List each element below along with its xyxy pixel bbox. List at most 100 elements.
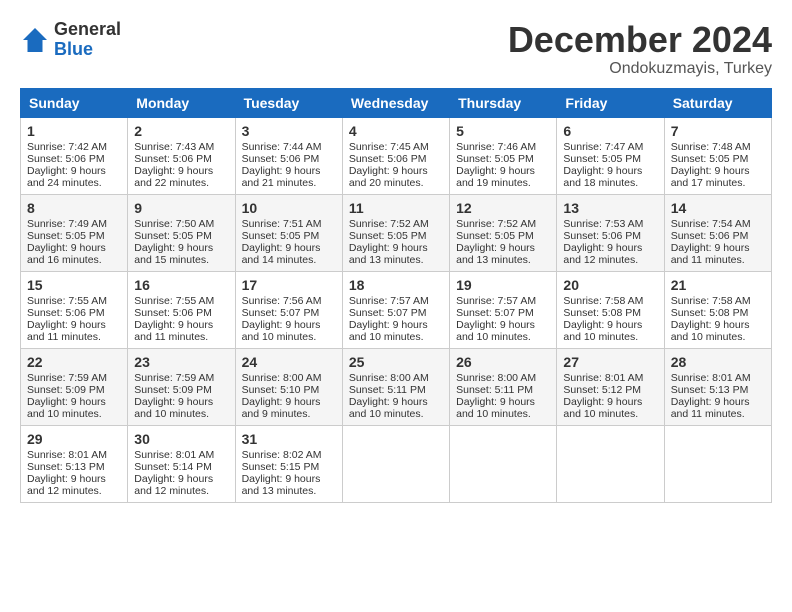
sunrise-text: Sunrise: 7:42 AM (27, 141, 107, 153)
daylight-text: Daylight: 9 hours and 11 minutes. (671, 242, 750, 266)
calendar-cell: 21Sunrise: 7:58 AMSunset: 5:08 PMDayligh… (664, 271, 771, 348)
day-number: 31 (242, 431, 336, 447)
daylight-text: Daylight: 9 hours and 11 minutes. (27, 319, 106, 343)
day-number: 16 (134, 277, 228, 293)
logo-blue: Blue (54, 40, 121, 60)
day-number: 11 (349, 200, 443, 216)
sunrise-text: Sunrise: 7:59 AM (27, 372, 107, 384)
calendar-cell: 11Sunrise: 7:52 AMSunset: 5:05 PMDayligh… (342, 194, 449, 271)
sunrise-text: Sunrise: 7:45 AM (349, 141, 429, 153)
sunset-text: Sunset: 5:11 PM (456, 384, 533, 396)
calendar-cell: 28Sunrise: 8:01 AMSunset: 5:13 PMDayligh… (664, 348, 771, 425)
day-number: 27 (563, 354, 657, 370)
day-number: 17 (242, 277, 336, 293)
sunset-text: Sunset: 5:05 PM (456, 230, 534, 242)
calendar-cell: 6Sunrise: 7:47 AMSunset: 5:05 PMDaylight… (557, 117, 664, 194)
sunrise-text: Sunrise: 7:49 AM (27, 218, 107, 230)
month-title: December 2024 (508, 20, 772, 60)
daylight-text: Daylight: 9 hours and 13 minutes. (349, 242, 428, 266)
location: Ondokuzmayis, Turkey (508, 60, 772, 78)
daylight-text: Daylight: 9 hours and 10 minutes. (349, 319, 428, 343)
calendar-cell: 1Sunrise: 7:42 AMSunset: 5:06 PMDaylight… (21, 117, 128, 194)
weekday-header: Saturday (664, 88, 771, 117)
daylight-text: Daylight: 9 hours and 11 minutes. (671, 396, 750, 420)
daylight-text: Daylight: 9 hours and 22 minutes. (134, 165, 213, 189)
calendar-cell: 31Sunrise: 8:02 AMSunset: 5:15 PMDayligh… (235, 425, 342, 502)
daylight-text: Daylight: 9 hours and 10 minutes. (242, 319, 321, 343)
sunrise-text: Sunrise: 7:57 AM (349, 295, 429, 307)
daylight-text: Daylight: 9 hours and 24 minutes. (27, 165, 106, 189)
day-number: 24 (242, 354, 336, 370)
calendar: SundayMondayTuesdayWednesdayThursdayFrid… (20, 88, 772, 503)
daylight-text: Daylight: 9 hours and 13 minutes. (456, 242, 535, 266)
sunrise-text: Sunrise: 7:55 AM (27, 295, 107, 307)
sunrise-text: Sunrise: 7:46 AM (456, 141, 536, 153)
calendar-cell: 15Sunrise: 7:55 AMSunset: 5:06 PMDayligh… (21, 271, 128, 348)
sunrise-text: Sunrise: 7:58 AM (563, 295, 643, 307)
sunset-text: Sunset: 5:07 PM (349, 307, 427, 319)
calendar-cell: 27Sunrise: 8:01 AMSunset: 5:12 PMDayligh… (557, 348, 664, 425)
sunset-text: Sunset: 5:06 PM (563, 230, 641, 242)
day-number: 8 (27, 200, 121, 216)
sunset-text: Sunset: 5:11 PM (349, 384, 426, 396)
calendar-week-row: 22Sunrise: 7:59 AMSunset: 5:09 PMDayligh… (21, 348, 772, 425)
daylight-text: Daylight: 9 hours and 9 minutes. (242, 396, 321, 420)
sunrise-text: Sunrise: 8:01 AM (671, 372, 751, 384)
sunrise-text: Sunrise: 8:01 AM (134, 449, 214, 461)
page-header: General Blue December 2024 Ondokuzmayis,… (20, 20, 772, 78)
sunrise-text: Sunrise: 8:00 AM (349, 372, 429, 384)
calendar-cell: 7Sunrise: 7:48 AMSunset: 5:05 PMDaylight… (664, 117, 771, 194)
calendar-cell: 4Sunrise: 7:45 AMSunset: 5:06 PMDaylight… (342, 117, 449, 194)
day-number: 19 (456, 277, 550, 293)
daylight-text: Daylight: 9 hours and 19 minutes. (456, 165, 535, 189)
day-number: 10 (242, 200, 336, 216)
calendar-cell: 20Sunrise: 7:58 AMSunset: 5:08 PMDayligh… (557, 271, 664, 348)
daylight-text: Daylight: 9 hours and 10 minutes. (671, 319, 750, 343)
sunrise-text: Sunrise: 7:55 AM (134, 295, 214, 307)
sunrise-text: Sunrise: 7:47 AM (563, 141, 643, 153)
sunrise-text: Sunrise: 7:59 AM (134, 372, 214, 384)
calendar-cell: 29Sunrise: 8:01 AMSunset: 5:13 PMDayligh… (21, 425, 128, 502)
calendar-cell: 5Sunrise: 7:46 AMSunset: 5:05 PMDaylight… (450, 117, 557, 194)
sunrise-text: Sunrise: 7:53 AM (563, 218, 643, 230)
day-number: 28 (671, 354, 765, 370)
calendar-cell: 19Sunrise: 7:57 AMSunset: 5:07 PMDayligh… (450, 271, 557, 348)
logo-text: General Blue (54, 20, 121, 60)
calendar-cell: 23Sunrise: 7:59 AMSunset: 5:09 PMDayligh… (128, 348, 235, 425)
weekday-header: Thursday (450, 88, 557, 117)
sunrise-text: Sunrise: 7:50 AM (134, 218, 214, 230)
calendar-cell: 18Sunrise: 7:57 AMSunset: 5:07 PMDayligh… (342, 271, 449, 348)
daylight-text: Daylight: 9 hours and 10 minutes. (134, 396, 213, 420)
logo-general: General (54, 20, 121, 40)
sunset-text: Sunset: 5:10 PM (242, 384, 320, 396)
day-number: 13 (563, 200, 657, 216)
sunrise-text: Sunrise: 8:00 AM (456, 372, 536, 384)
sunset-text: Sunset: 5:06 PM (134, 153, 212, 165)
sunset-text: Sunset: 5:05 PM (242, 230, 320, 242)
day-number: 15 (27, 277, 121, 293)
sunrise-text: Sunrise: 7:43 AM (134, 141, 214, 153)
day-number: 4 (349, 123, 443, 139)
day-number: 26 (456, 354, 550, 370)
sunset-text: Sunset: 5:09 PM (27, 384, 105, 396)
calendar-cell: 16Sunrise: 7:55 AMSunset: 5:06 PMDayligh… (128, 271, 235, 348)
daylight-text: Daylight: 9 hours and 15 minutes. (134, 242, 213, 266)
calendar-cell (664, 425, 771, 502)
calendar-cell: 12Sunrise: 7:52 AMSunset: 5:05 PMDayligh… (450, 194, 557, 271)
logo: General Blue (20, 20, 121, 60)
sunset-text: Sunset: 5:14 PM (134, 461, 212, 473)
calendar-cell: 25Sunrise: 8:00 AMSunset: 5:11 PMDayligh… (342, 348, 449, 425)
sunrise-text: Sunrise: 7:44 AM (242, 141, 322, 153)
calendar-cell (342, 425, 449, 502)
daylight-text: Daylight: 9 hours and 12 minutes. (563, 242, 642, 266)
sunrise-text: Sunrise: 7:58 AM (671, 295, 751, 307)
sunset-text: Sunset: 5:13 PM (27, 461, 105, 473)
daylight-text: Daylight: 9 hours and 10 minutes. (563, 319, 642, 343)
sunrise-text: Sunrise: 7:57 AM (456, 295, 536, 307)
daylight-text: Daylight: 9 hours and 21 minutes. (242, 165, 321, 189)
day-number: 2 (134, 123, 228, 139)
sunset-text: Sunset: 5:15 PM (242, 461, 320, 473)
day-number: 12 (456, 200, 550, 216)
day-number: 23 (134, 354, 228, 370)
daylight-text: Daylight: 9 hours and 14 minutes. (242, 242, 321, 266)
